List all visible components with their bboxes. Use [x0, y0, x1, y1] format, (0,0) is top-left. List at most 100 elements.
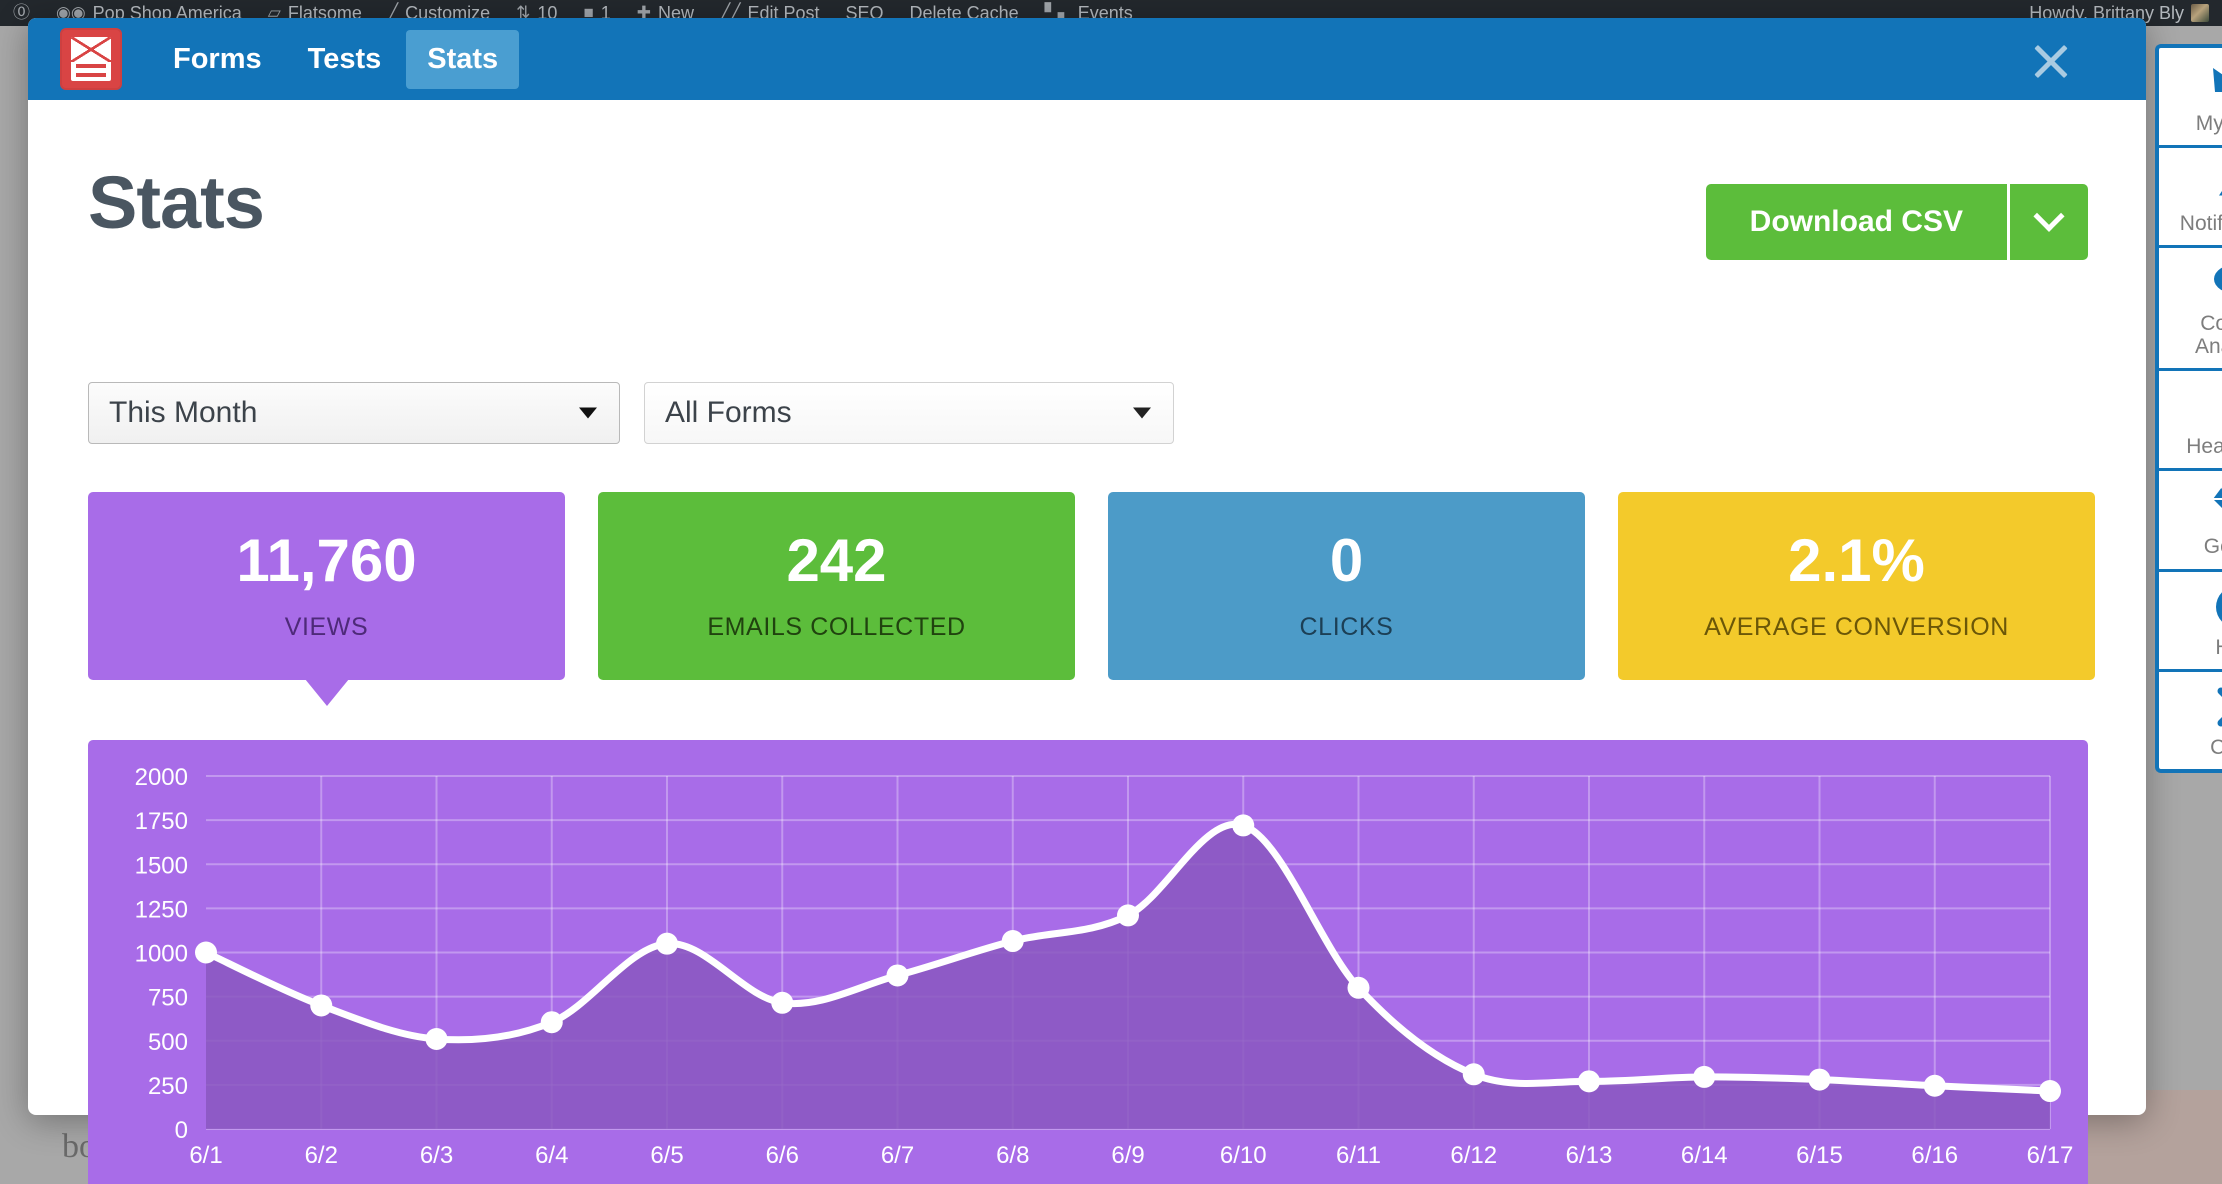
eye-icon: [2213, 262, 2222, 306]
filter-row: This Month All Forms: [88, 382, 1174, 444]
x-axis-tick-label: 6/8: [996, 1142, 1029, 1169]
stat-card-value: 0: [1329, 526, 1364, 594]
chart-data-point[interactable]: [886, 964, 909, 987]
chart-data-point[interactable]: [771, 991, 794, 1014]
form-select[interactable]: All Forms: [644, 382, 1174, 444]
stat-card-average-conversion[interactable]: 2.1% AVERAGE CONVERSION: [1618, 492, 2095, 680]
stat-card-value: 242: [786, 526, 887, 594]
chevron-down-icon: [1133, 407, 1151, 419]
stat-card-clicks[interactable]: 0 CLICKS: [1108, 492, 1585, 680]
chart-data-point[interactable]: [1001, 930, 1024, 953]
x-axis-tick-label: 6/11: [1336, 1142, 1381, 1169]
chart-data-point[interactable]: [310, 994, 333, 1017]
chart-canvas: 0 250 500 750 1000 1250 1500 1750 2000 6/1 6/2 6/3 6…: [135, 764, 2074, 1169]
tab-tests[interactable]: Tests: [287, 30, 403, 89]
x-axis-tick-label: 6/1: [189, 1142, 222, 1169]
side-item-label: Content Analytics: [2194, 312, 2222, 359]
y-axis-tick-label: 1250: [135, 896, 188, 923]
page-title: Stats: [88, 161, 265, 244]
chart-data-point[interactable]: [1923, 1074, 1946, 1097]
close-icon: [2216, 686, 2222, 730]
x-axis-tick-label: 6/7: [881, 1142, 914, 1169]
stat-card-views[interactable]: 11,760 VIEWS: [88, 492, 565, 706]
stat-card-value: 2.1%: [1788, 526, 1925, 594]
side-item-go-pro[interactable]: Go Pro: [2159, 471, 2222, 572]
chart-data-point[interactable]: [1232, 814, 1255, 837]
x-axis-tick-label: 6/2: [305, 1142, 338, 1169]
stat-card-value: 11,760: [236, 526, 417, 594]
question-icon: ?: [2216, 586, 2222, 630]
chevron-down-icon: [579, 407, 597, 419]
side-item-label: Close: [2210, 736, 2222, 759]
y-axis-tick-label: 750: [148, 985, 188, 1012]
chart-data-point[interactable]: [2039, 1080, 2061, 1103]
crown-icon: [2213, 62, 2222, 106]
y-axis-tick-label: 2000: [135, 764, 188, 791]
chart-data-point[interactable]: [1462, 1063, 1485, 1086]
modal-tabs: Forms Tests Stats: [152, 29, 520, 89]
download-button-group: Download CSV: [1705, 184, 2088, 260]
stat-card-label: EMAILS COLLECTED: [707, 612, 966, 641]
y-axis-tick-label: 500: [148, 1029, 188, 1056]
date-range-select[interactable]: This Month: [88, 382, 620, 444]
x-axis-tick-label: 6/6: [766, 1142, 799, 1169]
x-axis-tick-label: 6/12: [1450, 1142, 1497, 1169]
stats-modal: Forms Tests Stats Stats Download CSV Thi…: [28, 18, 2146, 1184]
tab-forms[interactable]: Forms: [152, 30, 283, 89]
stat-card-emails-collected[interactable]: 242 EMAILS COLLECTED: [598, 492, 1075, 680]
side-item-close[interactable]: Close: [2159, 672, 2222, 769]
tools-side-panel: My Tools Notifications Content Analytics…: [2155, 44, 2222, 773]
side-item-heat-maps[interactable]: Heat Maps: [2159, 371, 2222, 472]
chart-data-point[interactable]: [1117, 904, 1139, 927]
x-axis-tick-label: 6/15: [1796, 1142, 1843, 1169]
download-csv-button[interactable]: Download CSV: [1705, 184, 2007, 260]
y-axis-tick-label: 1500: [135, 852, 188, 879]
date-range-select-value: This Month: [109, 396, 258, 429]
side-item-content-analytics[interactable]: Content Analytics: [2159, 248, 2222, 372]
stat-card-label: VIEWS: [284, 612, 369, 641]
x-axis-tick-label: 6/3: [420, 1142, 453, 1169]
y-axis-tick-label: 0: [175, 1117, 188, 1144]
side-item-notifications[interactable]: Notifications: [2159, 148, 2222, 249]
chart-data-point[interactable]: [656, 932, 678, 955]
avatar: [2191, 4, 2209, 22]
bell-icon: [2218, 162, 2222, 206]
chart-data-point[interactable]: [425, 1027, 448, 1050]
x-axis-tick-label: 6/14: [1681, 1142, 1728, 1169]
x-axis-tick-label: 6/16: [1911, 1142, 1958, 1169]
y-axis-tick-label: 250: [148, 1073, 188, 1100]
x-axis-tick-label: 6/4: [535, 1142, 568, 1169]
y-axis-tick-label: 1750: [135, 808, 188, 835]
diamond-icon: [2213, 485, 2222, 529]
modal-header: Forms Tests Stats: [28, 18, 2146, 100]
y-axis-tick-label: 1000: [135, 941, 188, 968]
chart-data-point[interactable]: [195, 941, 217, 964]
page-root: boutique. These items are handmade by co…: [0, 0, 2222, 1184]
side-item-label: Heat Maps: [2186, 435, 2222, 459]
side-item-label: Go Pro: [2203, 535, 2222, 559]
form-select-value: All Forms: [665, 396, 792, 429]
wordpress-icon: ⓪: [13, 3, 30, 22]
chart-data-point[interactable]: [1347, 976, 1370, 999]
x-axis-tick-label: 6/5: [650, 1142, 683, 1169]
stat-card-label: AVERAGE CONVERSION: [1704, 612, 2009, 641]
side-item-help[interactable]: ? Help: [2159, 572, 2222, 672]
x-axis-tick-label: 6/17: [2027, 1142, 2074, 1169]
chart-data-point[interactable]: [540, 1011, 563, 1034]
chart-data-point[interactable]: [1808, 1068, 1831, 1091]
chevron-down-icon: [2033, 200, 2065, 232]
close-icon[interactable]: [2030, 38, 2072, 80]
tab-stats[interactable]: Stats: [406, 29, 520, 89]
x-axis-tick-label: 6/9: [1111, 1142, 1144, 1169]
side-item-my-tools[interactable]: My Tools: [2159, 48, 2222, 149]
download-options-button[interactable]: [2010, 184, 2088, 260]
views-area-chart: 0 250 500 750 1000 1250 1500 1750 2000 6/1 6/2 6/3 6…: [88, 740, 2088, 1184]
chart-data-point[interactable]: [1578, 1070, 1600, 1093]
chart-data-point[interactable]: [1693, 1065, 1716, 1088]
stat-card-row: 11,760 VIEWS 242 EMAILS COLLECTED 0 CLIC…: [88, 492, 2095, 706]
stat-card-label: CLICKS: [1299, 612, 1394, 641]
envelope-icon: [60, 28, 122, 90]
x-axis-tick-label: 6/10: [1220, 1142, 1267, 1169]
side-item-label: Notifications: [2179, 212, 2222, 236]
side-item-label: Help: [2215, 636, 2222, 659]
